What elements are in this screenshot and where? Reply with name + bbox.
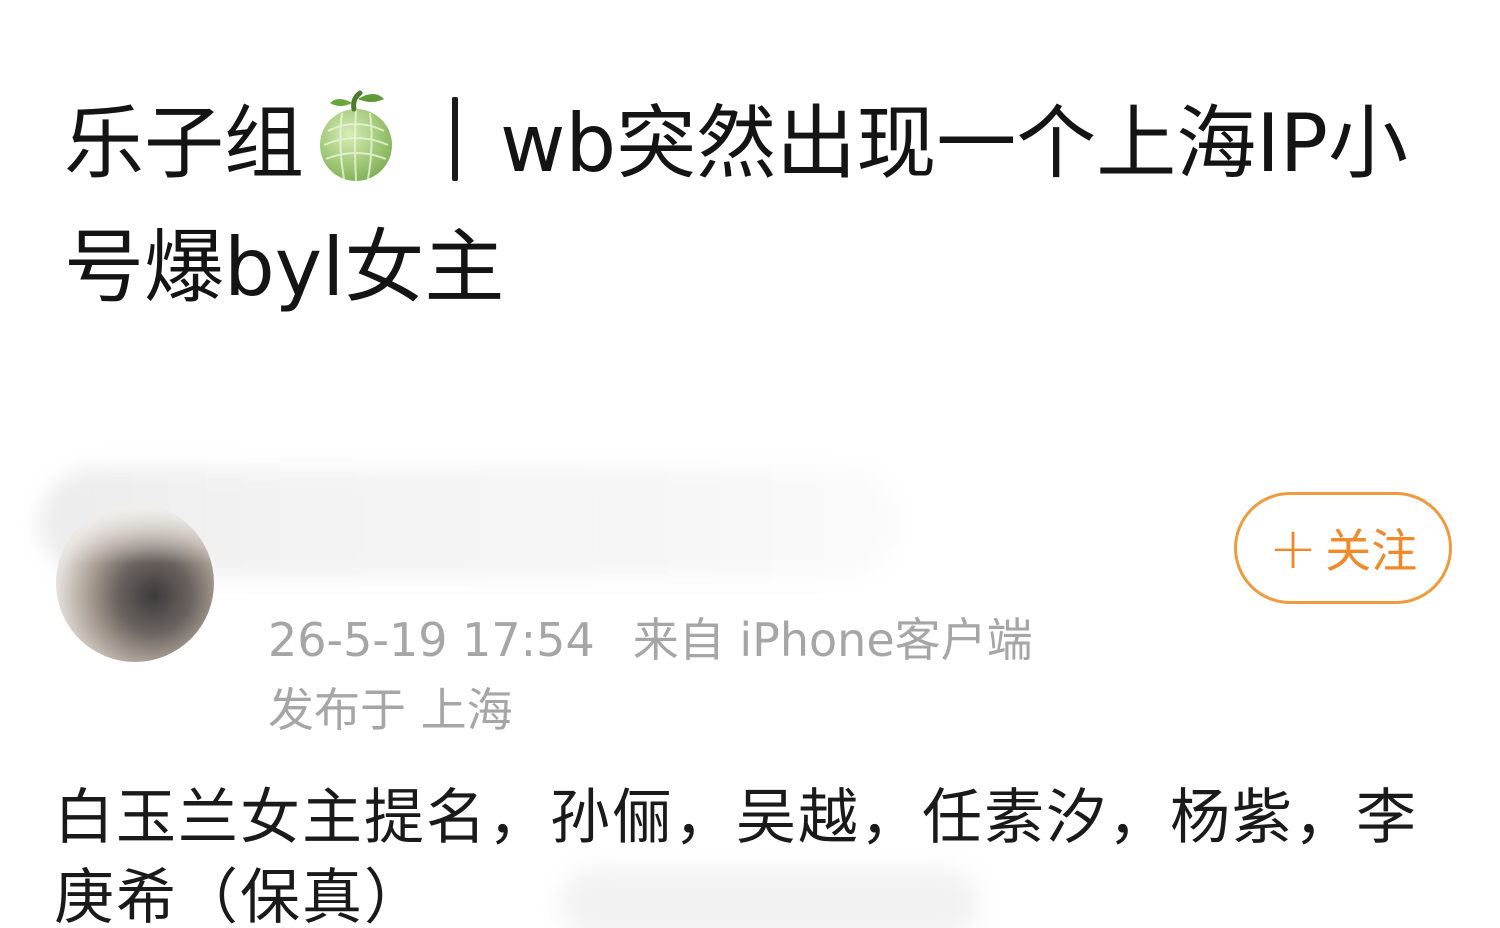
avatar[interactable] — [56, 504, 214, 662]
post-time: 26-5-19 17:54 — [268, 613, 595, 667]
follow-label: 关注 — [1325, 524, 1418, 578]
melon-icon — [320, 90, 392, 182]
plus-icon: + — [1268, 514, 1318, 582]
post-location: 发布于 上海 — [268, 683, 513, 737]
follow-button[interactable]: + 关注 — [1234, 492, 1452, 604]
post-title: 乐子组 wb突然出现一个上海IP小号爆byl女主 — [64, 82, 1444, 330]
post-title-tag: 乐子组 — [64, 97, 304, 190]
title-separator — [452, 97, 458, 181]
post-meta: 26-5-19 17:54 来自 iPhone客户端 — [268, 604, 1033, 670]
post-source: 来自 iPhone客户端 — [632, 613, 1033, 667]
redacted-content — [560, 868, 980, 928]
